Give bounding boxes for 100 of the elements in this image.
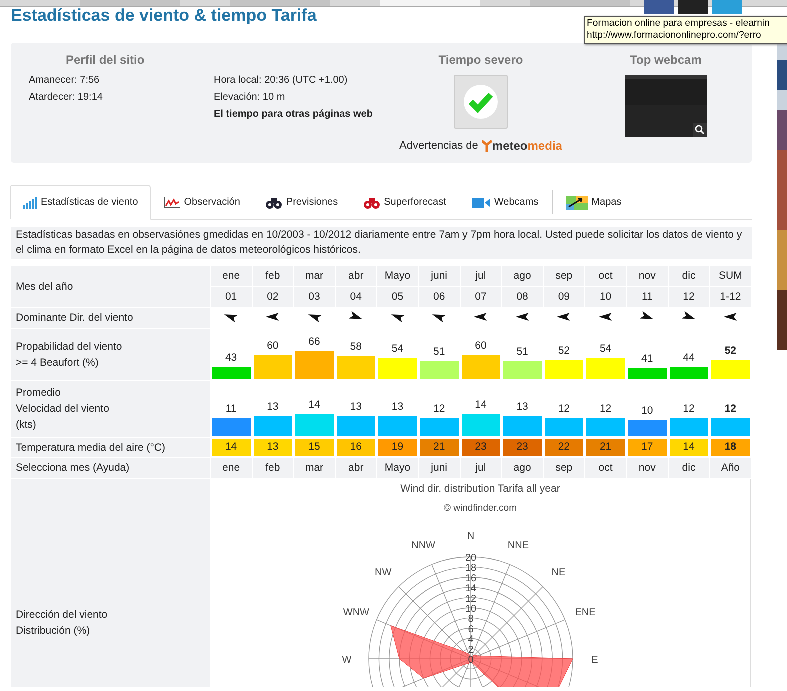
browser-tab[interactable] [380,0,480,6]
wind-arrow-icon [722,310,739,322]
probability-value: 52 [724,345,738,357]
chart-credit: © windfinder.com [444,503,517,514]
probability-value: 60 [474,340,488,352]
section-heading: Tiempo severo [438,53,524,67]
wind-speed-value: 11 [224,402,238,415]
month-number: 03 [308,291,320,303]
temperature-cell: 14 [212,439,251,456]
temperature-cell: 16 [336,439,376,456]
check-icon [463,84,499,120]
row-label: Velocidad del viento [16,403,110,415]
axis-tick: 12 [464,594,476,605]
probability-value: 66 [308,336,322,348]
temperature-cell: 22 [544,439,584,456]
row-label: Distribución (%) [16,625,92,637]
axis-tick: 10 [464,604,476,615]
month-name: oct [598,270,613,282]
other-sites-link[interactable]: El tiempo para otras páginas web [214,109,399,120]
sunrise-text: Amanecer: 7:56 [29,75,101,86]
axis-tick: 20 [464,553,476,564]
probability-value: 54 [390,343,405,355]
axis-tick: 8 [468,614,474,626]
month-number: 04 [350,291,362,303]
chart-title: Wind dir. distribution Tarifa all year [400,483,560,495]
section-heading: Perfil del sitio [66,53,146,67]
month-number: 08 [516,291,528,303]
tab[interactable]: Mapas [552,185,635,220]
share-button[interactable] [712,0,742,14]
temperature-cell: 14 [670,439,708,456]
month-number: 09 [558,291,570,303]
map-icon [566,196,588,210]
row-label: Propabilidad del viento [16,340,124,352]
wind-speed-value: 14 [474,399,488,411]
month-number: 05 [392,291,404,303]
wind-speed-value: 13 [390,401,405,414]
row-label: (kts) [16,419,38,431]
axis-tick: 18 [464,563,476,574]
wind-arrow-icon [514,310,531,322]
month-name: ago [514,270,532,282]
wind-arrow-icon [681,310,697,322]
direction-label: WNW [342,608,369,619]
notice-text: Estadísticas basadas en observasiónes gmedidas en 10/2003 - 10/2012 diariamente entre 7am y 7pm hora local. Usted puede solicitar los datos de viento y el clima en formato Excel en la página de datos meteorológicos históricos. [11,227,752,259]
probability-value: 41 [640,353,654,365]
wind-speed-value: 13 [516,401,530,414]
wind-arrow-icon [598,310,614,322]
wind-speed-value: 13 [266,401,280,414]
direction-label: NNW [411,540,435,552]
tab[interactable]: Previsiones [253,185,352,220]
month-name: juni [431,270,448,282]
browser-tab[interactable] [230,0,330,6]
sunset-text: Atardecer: 19:14 [29,92,104,103]
month-name: ene [222,270,240,282]
month-number: 11 [642,291,653,303]
probability-value: 52 [557,345,572,357]
wind-arrow-icon [472,310,489,322]
browser-tab[interactable] [530,0,630,6]
direction-label: W [342,655,352,666]
wind-speed-value: 13 [349,401,363,414]
share-button[interactable] [644,0,674,14]
share-button[interactable] [678,0,708,14]
wind-arrow-icon [556,310,572,322]
probability-value: 51 [516,346,530,358]
tab[interactable]: Superforecast [351,185,460,220]
wind-speed-value: 12 [682,402,696,415]
wind-speed-value: 12 [598,402,613,415]
axis-tick: 0 [468,655,474,666]
page-title: Estadísticas de viento & tiempo Tarifa [10,7,317,27]
wind-arrow-icon [639,310,656,322]
section-heading: Top webcam [630,53,702,67]
row-label: Temperatura media del aire (°C) [16,442,166,454]
binoculars-icon [266,196,282,208]
binoculars-icon [364,196,380,208]
tab[interactable]: Webcams [459,185,552,220]
tab[interactable]: Estadísticas de viento [10,185,152,220]
probability-value: 51 [432,346,446,358]
month-number: 1-12 [720,291,742,303]
direction-label: E [591,655,598,666]
direction-label: N [466,531,474,542]
row-label: >= 4 Beaufort (%) [16,356,100,368]
wind-arrow-icon [264,310,281,322]
axis-tick: 2 [468,644,474,656]
brand-logo[interactable]: meteomedia [482,139,562,153]
temperature-cell: 21 [420,439,459,456]
month-number: 07 [475,291,487,303]
month-name: dic [682,270,696,282]
month-name: jul [476,270,486,282]
row-label: Dirección del viento [16,609,109,621]
wind-speed-value: 12 [724,402,738,415]
row-label: Selecciona mes (Ayuda) [16,462,130,474]
warnings-text: Advertencias de [400,140,478,152]
browser-tab[interactable] [80,0,180,6]
temperature-cell: 21 [586,439,626,456]
wind-speed-value: 12 [432,402,446,415]
month-link[interactable]: jul [476,462,486,474]
tab[interactable]: Observación [151,185,254,220]
month-name: feb [266,270,280,282]
temperature-cell: 17 [628,439,667,456]
tooltip-text: Formacion online para empresas - elearnin [587,18,771,30]
month-name: sep [556,270,573,282]
